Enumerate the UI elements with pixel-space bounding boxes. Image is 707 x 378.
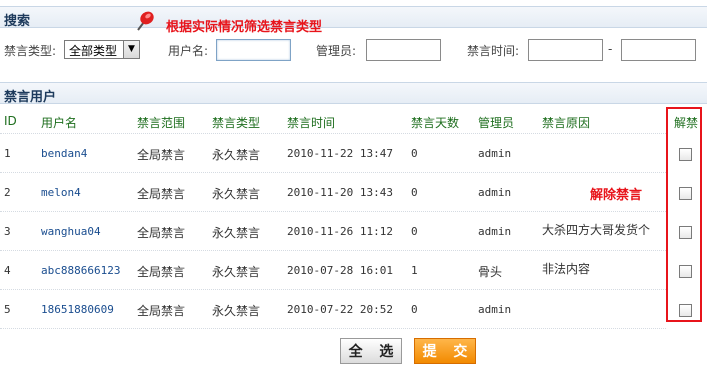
row-divider bbox=[0, 133, 666, 134]
search-section-header: 搜索 bbox=[0, 6, 707, 29]
unban-annotation: 解除禁言 bbox=[590, 188, 643, 203]
ban-time-start-input[interactable] bbox=[528, 39, 603, 61]
cell-reason: 大杀四方大哥发货个 bbox=[542, 223, 651, 237]
username-label: 用户名: bbox=[168, 44, 209, 58]
row-divider bbox=[0, 211, 666, 212]
cell-admin: admin bbox=[478, 147, 512, 160]
banned-users-section-header: 禁言用户 bbox=[0, 82, 707, 105]
time-range-separator: - bbox=[608, 42, 613, 56]
pushpin-icon bbox=[137, 11, 154, 31]
cell-scope: 全局禁言 bbox=[137, 304, 186, 318]
row-divider bbox=[0, 172, 666, 173]
row-divider bbox=[0, 289, 666, 290]
cell-admin: admin bbox=[478, 303, 512, 316]
ban-time-label: 禁言时间: bbox=[467, 44, 520, 58]
row-divider bbox=[0, 328, 666, 329]
cell-ban-time: 2010-07-28 16:01 bbox=[287, 264, 393, 277]
admin-input[interactable] bbox=[366, 39, 441, 61]
cell-username-link[interactable]: wanghua04 bbox=[41, 225, 101, 238]
cell-username-link[interactable]: melon4 bbox=[41, 186, 81, 199]
column-header-days: 禁言天数 bbox=[411, 116, 460, 130]
filter-tip-annotation: 根据实际情况筛选禁言类型 bbox=[166, 20, 323, 35]
cell-ban-type: 永久禁言 bbox=[212, 148, 261, 162]
username-input[interactable] bbox=[216, 39, 291, 61]
cell-username-link[interactable]: abc888666123 bbox=[41, 264, 120, 277]
dropdown-arrow-icon[interactable]: ▼ bbox=[123, 41, 139, 58]
cell-admin: admin bbox=[478, 225, 512, 238]
column-header-scope: 禁言范围 bbox=[137, 116, 186, 130]
cell-scope: 全局禁言 bbox=[137, 187, 186, 201]
cell-id: 1 bbox=[4, 147, 11, 160]
cell-admin: 骨头 bbox=[478, 265, 503, 279]
cell-ban-type: 永久禁言 bbox=[212, 304, 261, 318]
cell-ban-time: 2010-11-26 11:12 bbox=[287, 225, 393, 238]
ban-time-end-input[interactable] bbox=[621, 39, 696, 61]
cell-scope: 全局禁言 bbox=[137, 148, 186, 162]
cell-ban-type: 永久禁言 bbox=[212, 265, 261, 279]
column-header-ban-time: 禁言时间 bbox=[287, 116, 336, 130]
submit-button[interactable]: 提 交 bbox=[414, 338, 476, 364]
unban-column-highlight bbox=[666, 107, 702, 322]
cell-ban-time: 2010-07-22 20:52 bbox=[287, 303, 393, 316]
column-header-ban-type: 禁言类型 bbox=[212, 116, 261, 130]
cell-username-link[interactable]: 18651880609 bbox=[41, 303, 114, 316]
cell-admin: admin bbox=[478, 186, 512, 199]
cell-ban-type: 永久禁言 bbox=[212, 226, 261, 240]
ban-type-label: 禁言类型: bbox=[4, 44, 57, 58]
column-header-id: ID bbox=[4, 114, 17, 128]
column-header-admin: 管理员 bbox=[478, 116, 515, 130]
cell-days: 0 bbox=[411, 147, 418, 160]
cell-days: 0 bbox=[411, 303, 418, 316]
ban-type-selected-value: 全部类型 bbox=[69, 44, 118, 58]
cell-id: 2 bbox=[4, 186, 11, 199]
search-filters: 禁言类型: 全部类型 ▼ 用户名: 管理员: 禁言时间: - bbox=[0, 38, 707, 64]
cell-scope: 全局禁言 bbox=[137, 226, 186, 240]
cell-scope: 全局禁言 bbox=[137, 265, 186, 279]
cell-days: 0 bbox=[411, 225, 418, 238]
column-header-reason: 禁言原因 bbox=[542, 116, 591, 130]
row-divider bbox=[0, 250, 666, 251]
cell-ban-time: 2010-11-22 13:47 bbox=[287, 147, 393, 160]
cell-reason: 非法内容 bbox=[542, 262, 591, 276]
cell-username-link[interactable]: bendan4 bbox=[41, 147, 87, 160]
ban-type-select[interactable]: 全部类型 ▼ bbox=[64, 40, 140, 59]
admin-label: 管理员: bbox=[316, 44, 357, 58]
select-all-button[interactable]: 全 选 bbox=[340, 338, 402, 364]
cell-id: 4 bbox=[4, 264, 11, 277]
cell-ban-type: 永久禁言 bbox=[212, 187, 261, 201]
cell-days: 0 bbox=[411, 186, 418, 199]
column-header-username: 用户名 bbox=[41, 116, 78, 130]
cell-id: 5 bbox=[4, 303, 11, 316]
cell-id: 3 bbox=[4, 225, 11, 238]
cell-days: 1 bbox=[411, 264, 418, 277]
cell-ban-time: 2010-11-20 13:43 bbox=[287, 186, 393, 199]
